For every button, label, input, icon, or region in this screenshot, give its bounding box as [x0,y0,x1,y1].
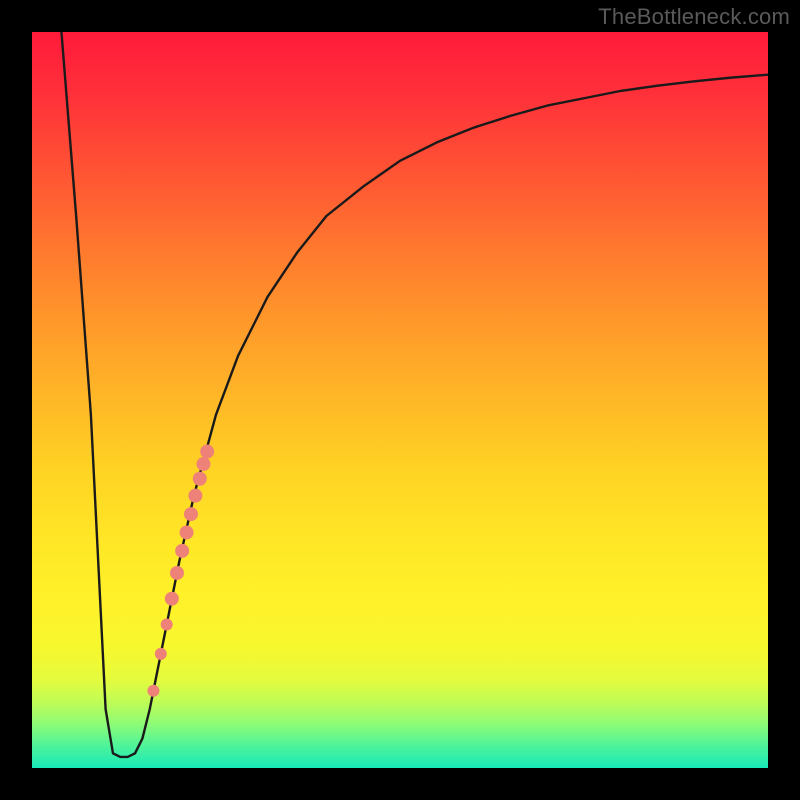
highlight-dot [196,457,210,471]
highlight-dot [147,685,159,697]
highlight-dot [155,648,167,660]
highlight-dot [188,489,202,503]
bottleneck-curve [61,32,768,757]
chart-frame: TheBottleneck.com [0,0,800,800]
highlight-dot [180,525,194,539]
highlight-dot [200,445,214,459]
highlight-dot [165,592,179,606]
highlight-dot [184,507,198,521]
highlight-dot [170,566,184,580]
highlight-dot [175,544,189,558]
watermark-text: TheBottleneck.com [598,4,790,30]
plot-area [32,32,768,768]
chart-svg [32,32,768,768]
highlight-dot [193,472,207,486]
highlight-dot [161,618,173,630]
